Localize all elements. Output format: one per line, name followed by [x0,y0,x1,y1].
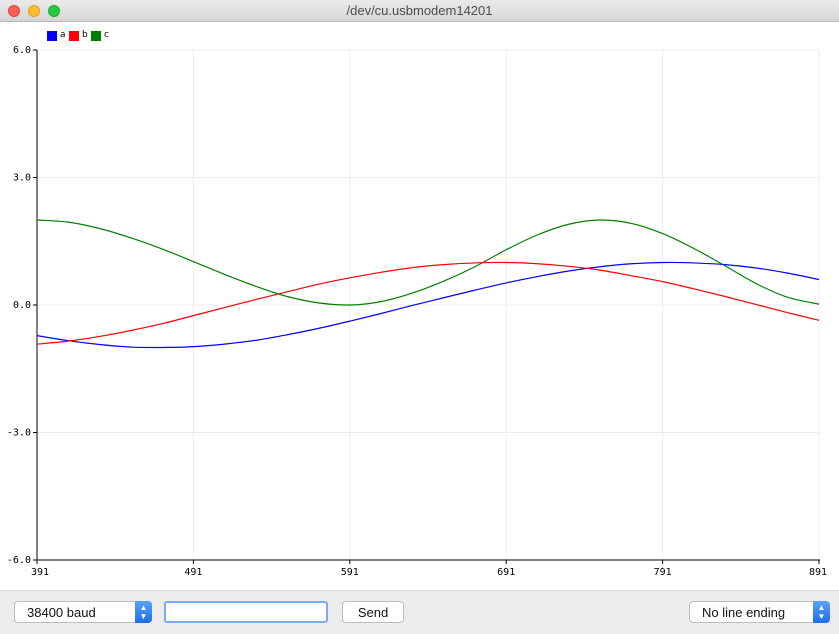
x-tick-label: 691 [497,567,515,578]
bottom-toolbar: 38400 baud ▲ ▼ Send No line ending ▲ ▼ [0,590,839,634]
y-tick-label: 3.0 [13,173,31,184]
series-line-b [36,261,820,345]
serial-input[interactable] [164,601,328,623]
x-tick-label: 791 [654,567,672,578]
y-tick-label: -6.0 [7,555,31,566]
title-bar[interactable]: /dev/cu.usbmodem14201 [0,0,839,22]
baud-rate-value: 38400 baud [27,605,96,620]
x-tick-label: 491 [184,567,202,578]
chevron-updown-icon: ▲ ▼ [813,601,830,623]
x-tick-label: 591 [341,567,359,578]
plot-area: 6.0 3.0 0.0 -3.0 -6.0 391 491 591 691 791 891 a b c [0,22,839,590]
legend-label-a: a [60,30,66,40]
window-title: /dev/cu.usbmodem14201 [346,3,493,18]
line-ending-value: No line ending [702,605,786,620]
y-tick-label: -3.0 [7,428,31,439]
x-tick-label: 391 [31,567,49,578]
line-chart: 6.0 3.0 0.0 -3.0 -6.0391 491 591 691 791 891 a b c [7,30,827,578]
legend-label-c: c [104,30,109,40]
serial-plotter-window: /dev/cu.usbmodem14201 6.0 3.0 0.0 -3.0 -6.0 3… [0,0,839,634]
legend-swatch-c [91,31,101,41]
y-tick-label: 0.0 [13,300,31,311]
chevron-updown-icon: ▲ ▼ [135,601,152,623]
legend-label-b: b [82,30,88,40]
legend-swatch-b [69,31,79,41]
line-ending-select[interactable]: No line ending ▲ ▼ [689,601,830,623]
y-tick-label: 6.0 [13,45,31,56]
legend-swatch-a [47,31,57,41]
series-line-c [36,219,820,306]
x-tick-label: 891 [809,567,827,578]
send-button[interactable]: Send [342,601,404,623]
baud-rate-select[interactable]: 38400 baud ▲ ▼ [14,601,152,623]
